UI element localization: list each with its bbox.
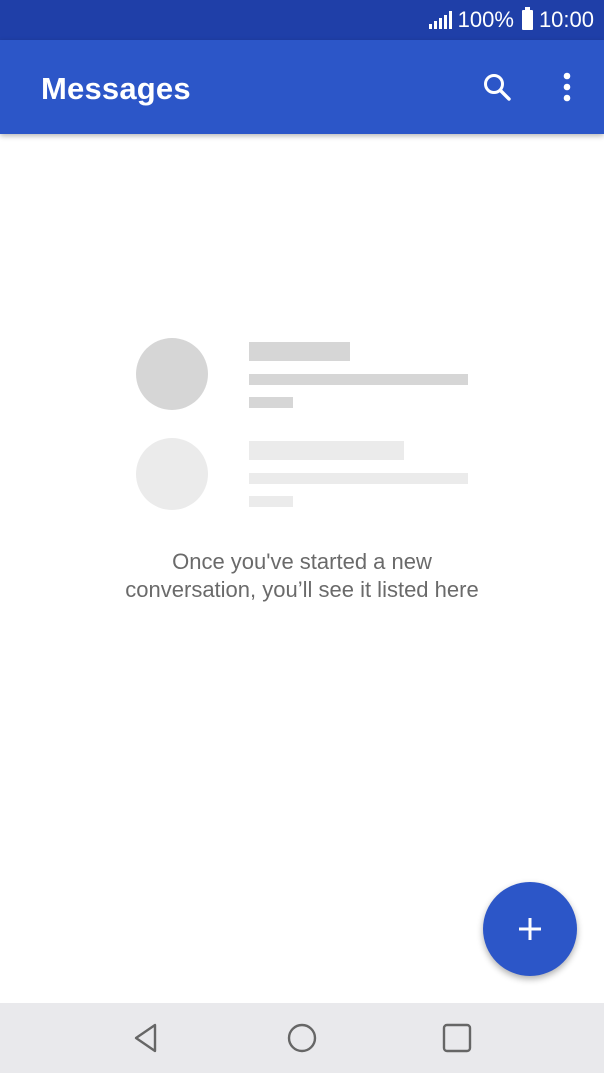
recents-button[interactable]: [437, 1018, 477, 1058]
placeholder-line: [249, 397, 293, 408]
signal-icon: [428, 11, 452, 29]
back-icon: [134, 1023, 157, 1053]
placeholder-line: [249, 441, 404, 460]
page-title: Messages: [41, 71, 191, 106]
empty-state-line-1: Once you've started a new: [172, 549, 432, 574]
plus-icon: [519, 918, 541, 940]
placeholder-line: [249, 374, 468, 385]
status-bar: 100% 10:00: [0, 0, 604, 40]
placeholder-line: [249, 473, 468, 484]
battery-percentage: 100%: [457, 7, 514, 32]
recents-icon: [442, 1023, 472, 1053]
placeholder-line: [249, 342, 350, 361]
navigation-bar: [0, 1003, 604, 1073]
placeholder-line: [249, 496, 293, 507]
empty-state-message: Once you've started a new conversation, …: [0, 548, 604, 604]
empty-state-illustration: [136, 338, 476, 514]
placeholder-avatar: [136, 338, 208, 410]
more-options-button[interactable]: [546, 64, 588, 110]
home-icon: [287, 1023, 317, 1053]
new-conversation-button[interactable]: [483, 882, 577, 976]
back-button[interactable]: [126, 1018, 166, 1058]
clock: 10:00: [538, 7, 594, 32]
empty-state-line-2: conversation, you’ll see it listed here: [125, 577, 479, 602]
placeholder-avatar: [136, 438, 208, 510]
messages-screen: 100% 10:00 Messages Once you've started …: [0, 0, 604, 1073]
search-icon: [484, 74, 511, 101]
battery-icon: [521, 7, 533, 30]
app-bar: Messages: [0, 40, 604, 134]
home-button[interactable]: [282, 1018, 322, 1058]
search-button[interactable]: [474, 64, 520, 110]
more-vert-icon: [563, 72, 571, 102]
